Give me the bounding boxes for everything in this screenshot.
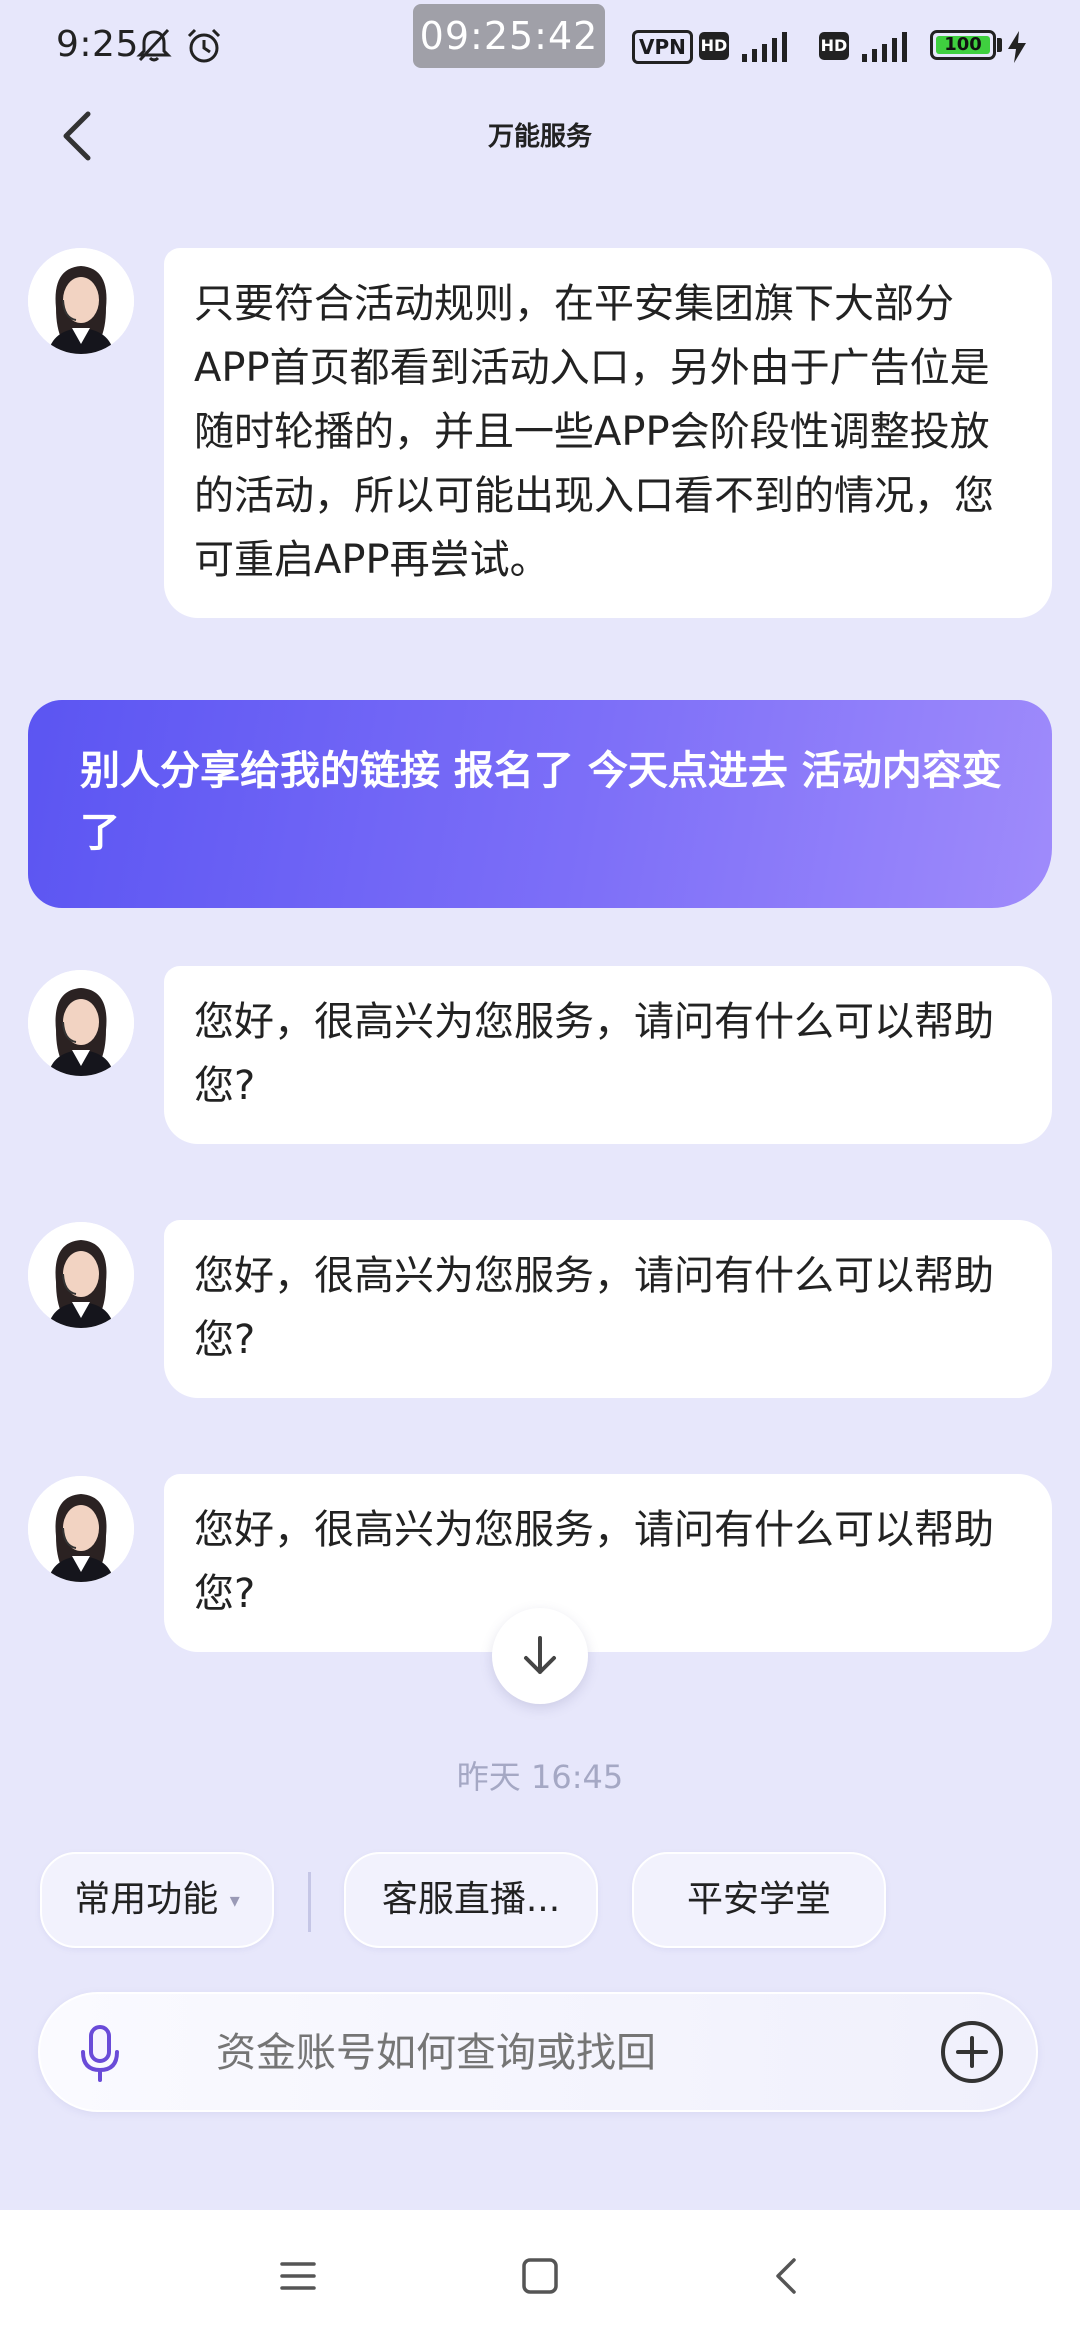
chip-divider — [308, 1872, 311, 1932]
status-bar: 9:25 09:25:42 VPN HD HD 100 — [0, 0, 1080, 90]
arrow-down-icon — [524, 1636, 556, 1674]
signal-icon-2 — [862, 32, 907, 62]
plus-circle-icon[interactable] — [940, 2020, 1004, 2084]
battery-level: 100 — [944, 34, 982, 55]
common-functions-label: 常用功能 — [74, 1879, 219, 1920]
hd-badge: HD — [699, 32, 729, 60]
hd-badge-2: HD — [819, 32, 849, 60]
vpn-badge: VPN — [632, 30, 693, 64]
voice-input-button[interactable] — [44, 1998, 156, 2110]
agent-message-bubble: 只要符合活动规则，在平安集团旗下大部分APP首页都看到活动入口，另外由于广告位是… — [164, 248, 1052, 618]
agent-avatar — [28, 1222, 134, 1328]
dropdown-caret-icon: ▾ — [229, 1888, 240, 1912]
page-title: 万能服务 — [487, 122, 592, 152]
menu-icon[interactable] — [276, 2256, 320, 2296]
message-timestamp: 昨天 16:45 — [456, 1758, 624, 1796]
user-message-bubble: 别人分享给我的链接 报名了 今天点进去 活动内容变了 — [28, 700, 1052, 908]
agent-message-bubble: 您好，很高兴为您服务，请问有什么可以帮助您? — [164, 966, 1052, 1144]
microphone-icon — [81, 2025, 119, 2082]
signal-icon — [742, 32, 787, 62]
home-square-icon[interactable] — [518, 2256, 562, 2296]
common-functions-chip[interactable]: 常用功能 ▾ — [40, 1852, 274, 1948]
agent-avatar — [28, 1476, 134, 1582]
agent-message-bubble: 您好，很高兴为您服务，请问有什么可以帮助您? — [164, 1474, 1052, 1652]
agent-avatar — [28, 970, 134, 1076]
charging-bolt-icon — [1008, 31, 1026, 63]
agent-message-bubble: 您好，很高兴为您服务，请问有什么可以帮助您? — [164, 1220, 1052, 1398]
back-triangle-icon[interactable] — [766, 2256, 810, 2296]
status-time: 9:25 — [56, 24, 139, 65]
mute-bell-icon — [136, 28, 172, 62]
battery-cap — [997, 38, 1002, 52]
battery-indicator: 100 — [930, 30, 996, 60]
service-live-chip[interactable]: 客服直播... — [344, 1852, 598, 1948]
agent-avatar — [28, 248, 134, 354]
academy-chip[interactable]: 平安学堂 — [632, 1852, 886, 1948]
message-input[interactable] — [216, 2028, 896, 2078]
scroll-to-bottom-button[interactable] — [492, 1608, 588, 1704]
alarm-icon — [187, 28, 221, 63]
clock-overlay: 09:25:42 — [413, 4, 605, 68]
